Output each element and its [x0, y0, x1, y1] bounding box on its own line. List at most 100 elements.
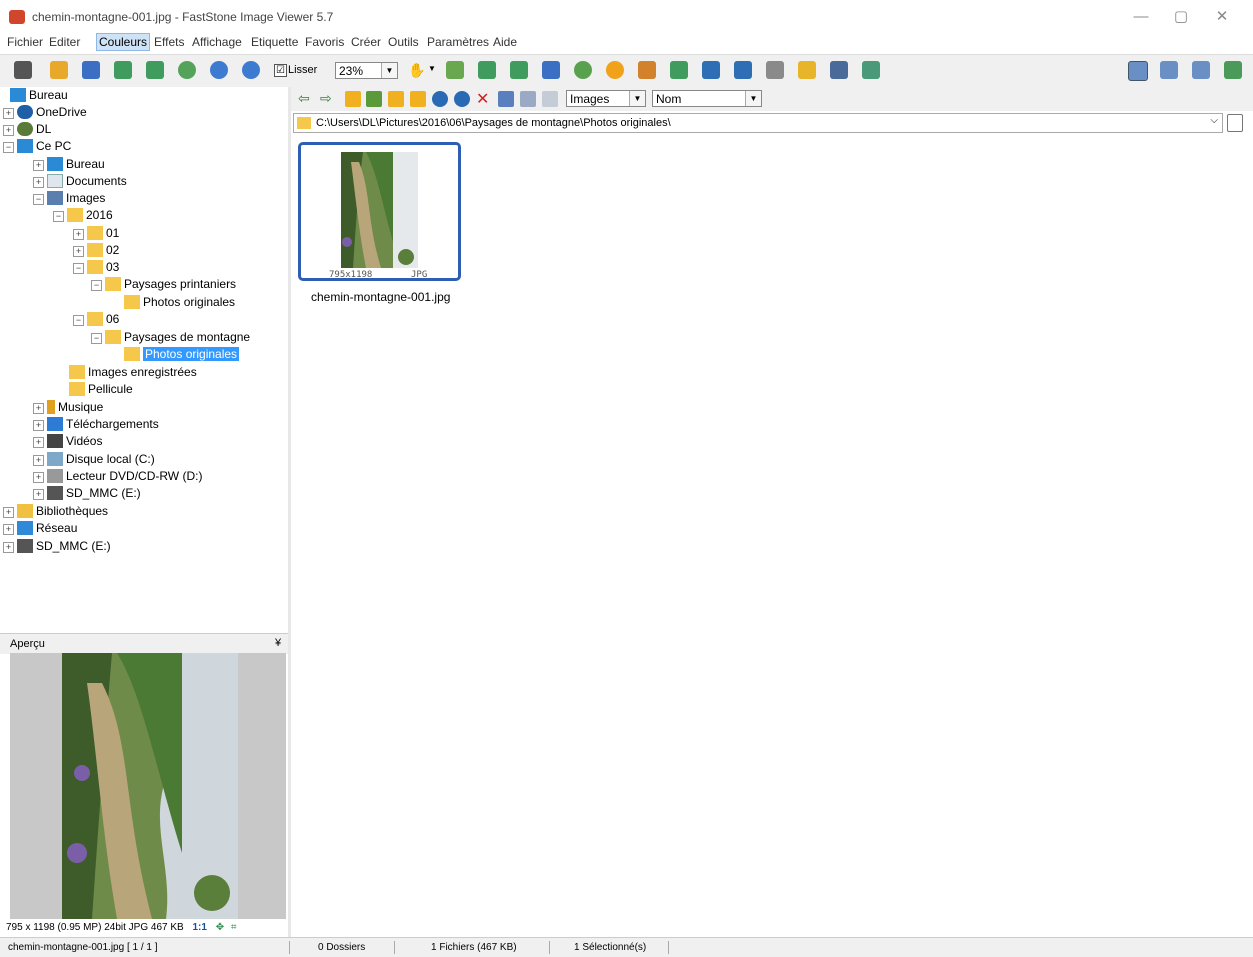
- layout-2-icon[interactable]: [1160, 61, 1178, 79]
- text-icon[interactable]: [542, 61, 560, 79]
- menu-parametres[interactable]: Paramètres: [427, 35, 489, 49]
- collapse-preview-icon[interactable]: ¥: [275, 637, 281, 649]
- tree-item-telechargements[interactable]: + Téléchargements: [33, 416, 159, 433]
- fit-icon[interactable]: ✥: [216, 922, 224, 933]
- export-icon[interactable]: [146, 61, 164, 79]
- address-bar[interactable]: C:\Users\DL\Pictures\2016\06\Paysages de…: [293, 113, 1223, 133]
- print-icon[interactable]: [830, 61, 848, 79]
- collapse-icon[interactable]: −: [73, 315, 84, 326]
- contact-icon[interactable]: [574, 61, 592, 79]
- expand-icon[interactable]: +: [3, 108, 14, 119]
- email-icon[interactable]: [798, 61, 816, 79]
- tree-item-ce-pc[interactable]: − Ce PC: [3, 138, 71, 155]
- effects-icon[interactable]: [606, 61, 624, 79]
- copy-icon[interactable]: [432, 91, 448, 107]
- tree-item-images-enregistrees[interactable]: Images enregistrées: [69, 364, 197, 381]
- tree-item-lecteur-dvd[interactable]: + Lecteur DVD/CD-RW (D:): [33, 468, 202, 485]
- expand-icon[interactable]: +: [33, 472, 44, 483]
- collapse-icon[interactable]: −: [53, 211, 64, 222]
- actual-size-icon[interactable]: [242, 61, 260, 79]
- expand-icon[interactable]: +: [33, 403, 44, 414]
- tree-item-paysages-de-montagne[interactable]: − Paysages de montagne: [91, 329, 250, 346]
- hand-tool-icon[interactable]: ✋: [408, 62, 425, 79]
- zoom-select[interactable]: 23% ▼: [335, 62, 398, 79]
- ratio-label[interactable]: 1:1: [192, 922, 206, 933]
- expand-icon[interactable]: +: [33, 489, 44, 500]
- expand-icon[interactable]: +: [33, 455, 44, 466]
- menu-favoris[interactable]: Favoris: [305, 35, 344, 49]
- move-icon[interactable]: [454, 91, 470, 107]
- menu-creer[interactable]: Créer: [351, 35, 381, 49]
- tree-item-photos-originales-03[interactable]: Photos originales: [124, 294, 235, 311]
- minimize-button[interactable]: —: [1121, 6, 1161, 28]
- tree-item-disque-local[interactable]: + Disque local (C:): [33, 451, 155, 468]
- tree-item-documents[interactable]: + Documents: [33, 173, 127, 190]
- crop-icon[interactable]: [510, 61, 528, 79]
- close-button[interactable]: ✕: [1202, 6, 1242, 28]
- tree-item-bibliotheques[interactable]: + Bibliothèques: [3, 503, 108, 520]
- tree-item-sd-mmc-root[interactable]: + SD_MMC (E:): [3, 538, 111, 555]
- thumbnails-view-icon[interactable]: [498, 91, 514, 107]
- menu-etiquette[interactable]: Etiquette: [251, 35, 298, 49]
- menu-fichier[interactable]: Fichier: [7, 35, 43, 49]
- menu-outils[interactable]: Outils: [388, 35, 419, 49]
- tree-item-bureau-root[interactable]: Bureau: [10, 87, 68, 104]
- menu-aide[interactable]: Aide: [493, 35, 517, 49]
- app-icon[interactable]: [9, 10, 25, 24]
- menu-editer[interactable]: Editer: [49, 35, 80, 49]
- thumbnail-card[interactable]: 795x1198 JPG: [298, 142, 461, 281]
- tree-item-bureau[interactable]: + Bureau: [33, 156, 105, 173]
- tree-item-photos-originales-06[interactable]: Photos originales: [124, 346, 240, 363]
- slideshow-icon[interactable]: [446, 61, 464, 79]
- expand-icon[interactable]: +: [33, 160, 44, 171]
- compare-icon[interactable]: [702, 61, 720, 79]
- collapse-icon[interactable]: −: [3, 142, 14, 153]
- collapse-icon[interactable]: −: [91, 280, 102, 291]
- zoom-out-icon[interactable]: [210, 61, 228, 79]
- sort-select[interactable]: Nom ▼: [652, 90, 762, 107]
- collapse-icon[interactable]: −: [73, 263, 84, 274]
- expand-icon[interactable]: +: [3, 507, 14, 518]
- rotate-right-icon[interactable]: [670, 61, 688, 79]
- tree-item-paysages-printaniers[interactable]: − Paysages printaniers: [91, 276, 236, 293]
- expand-icon[interactable]: +: [3, 542, 14, 553]
- tree-item-dl[interactable]: + DL: [3, 121, 51, 138]
- resize-icon[interactable]: [478, 61, 496, 79]
- expand-icon[interactable]: +: [73, 246, 84, 257]
- chevron-down-icon[interactable]: ⌵: [1210, 115, 1218, 126]
- trash-icon[interactable]: [1227, 114, 1243, 132]
- menu-couleurs[interactable]: Couleurs: [96, 33, 151, 51]
- open-folder-icon[interactable]: [14, 61, 32, 79]
- expand-icon[interactable]: +: [33, 437, 44, 448]
- collapse-icon[interactable]: −: [91, 333, 102, 344]
- menu-affichage[interactable]: Affichage: [192, 35, 242, 49]
- back-icon[interactable]: ⇦: [298, 90, 310, 107]
- maximize-button[interactable]: ▢: [1161, 6, 1201, 28]
- tree-item-images[interactable]: − Images: [33, 190, 105, 207]
- browse-icon[interactable]: [50, 61, 68, 79]
- copy-to-icon[interactable]: [734, 61, 752, 79]
- fullscreen-icon[interactable]: [1224, 61, 1242, 79]
- expand-icon[interactable]: +: [33, 177, 44, 188]
- fullscreen-preview-icon[interactable]: ⌗: [231, 922, 237, 933]
- tree-item-reseau[interactable]: + Réseau: [3, 520, 77, 537]
- smooth-checkbox[interactable]: ☑: [274, 64, 287, 77]
- tree-item-musique[interactable]: + Musique: [33, 399, 103, 416]
- tree-item-03[interactable]: −03: [73, 259, 119, 276]
- tree-item-sd-mmc[interactable]: + SD_MMC (E:): [33, 485, 141, 502]
- tree-item-02[interactable]: +02: [73, 242, 119, 259]
- list-view-icon[interactable]: [520, 91, 536, 107]
- thumbnail-filename[interactable]: chemin-montagne-001.jpg: [311, 290, 450, 304]
- favorites-icon[interactable]: [410, 91, 426, 107]
- save-icon[interactable]: [82, 61, 100, 79]
- scan-icon[interactable]: [862, 61, 880, 79]
- filter-select[interactable]: Images ▼: [566, 90, 646, 107]
- zoom-in-icon[interactable]: [178, 61, 196, 79]
- preview-image[interactable]: [62, 653, 238, 919]
- new-folder-icon[interactable]: [388, 91, 404, 107]
- collapse-icon[interactable]: −: [33, 194, 44, 205]
- layout-1-icon[interactable]: [1128, 61, 1148, 81]
- refresh-icon[interactable]: [366, 91, 382, 107]
- tree-item-01[interactable]: +01: [73, 225, 119, 242]
- tree-item-06[interactable]: −06: [73, 311, 119, 328]
